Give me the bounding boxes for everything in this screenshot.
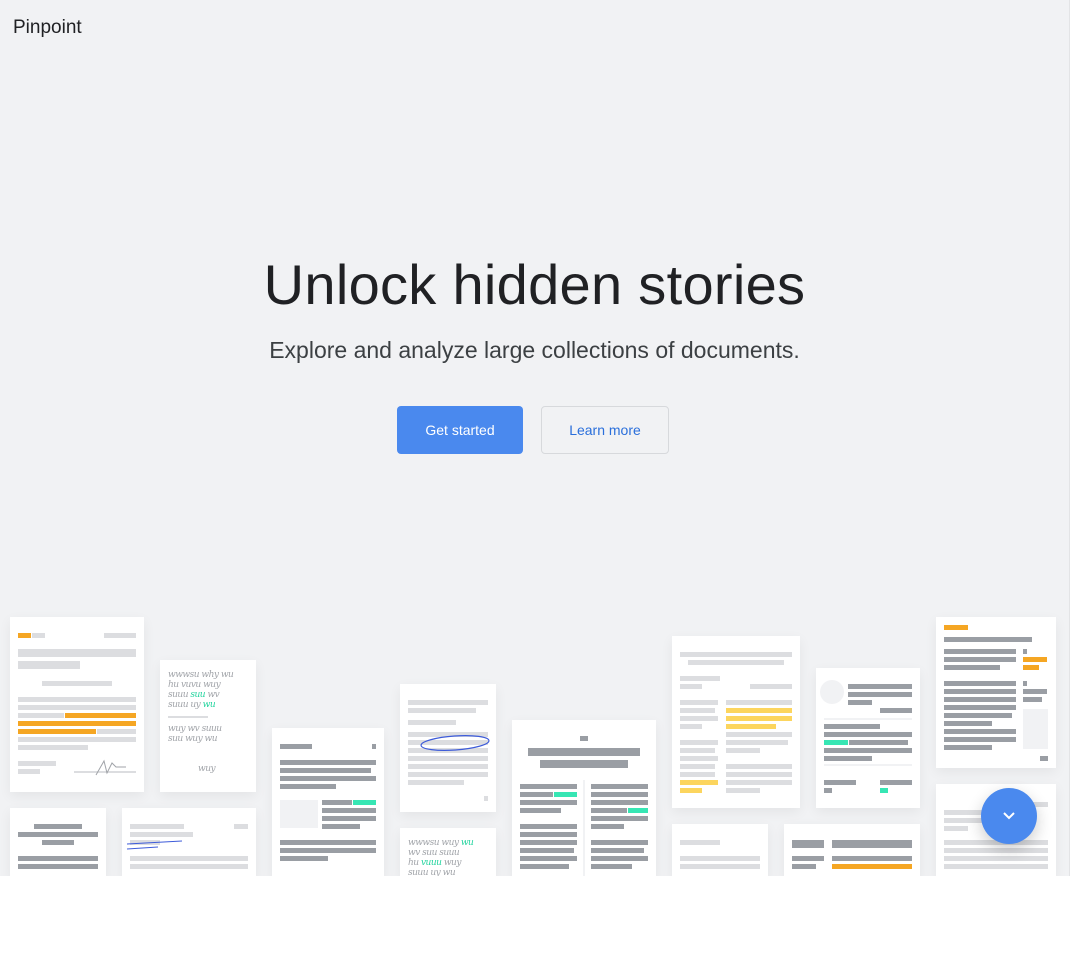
document-card	[784, 824, 920, 876]
document-card	[122, 808, 256, 876]
underline-annotation-icon	[126, 840, 183, 850]
document-card	[936, 617, 1056, 768]
learn-more-button[interactable]: Learn more	[541, 406, 669, 454]
hero-subtitle: Explore and analyze large collections of…	[269, 337, 800, 363]
document-card	[10, 617, 144, 792]
get-started-button[interactable]: Get started	[397, 406, 523, 454]
chevron-down-icon	[1003, 812, 1015, 820]
document-card	[672, 636, 800, 808]
signature-icon	[95, 759, 126, 776]
document-card	[10, 808, 106, 876]
document-card	[512, 720, 656, 876]
app-logo[interactable]: Pinpoint	[13, 17, 82, 39]
document-card: wwwsu why wu hu vuvu wuy suuu suu wv suuu u…	[160, 660, 256, 792]
document-card	[400, 684, 496, 812]
document-card	[672, 824, 768, 876]
circle-annotation-icon	[420, 735, 490, 751]
scroll-down-button[interactable]	[981, 788, 1037, 844]
hero-title: Unlock hidden stories	[263, 253, 806, 316]
document-card	[816, 668, 920, 808]
document-card	[272, 728, 384, 876]
hero-section: Pinpoint Unlock hidden stories Explore a…	[0, 0, 1070, 876]
document-card: wwwsu wuy wu wv suu suuu hu vuuu wuy suuu u…	[400, 828, 496, 876]
